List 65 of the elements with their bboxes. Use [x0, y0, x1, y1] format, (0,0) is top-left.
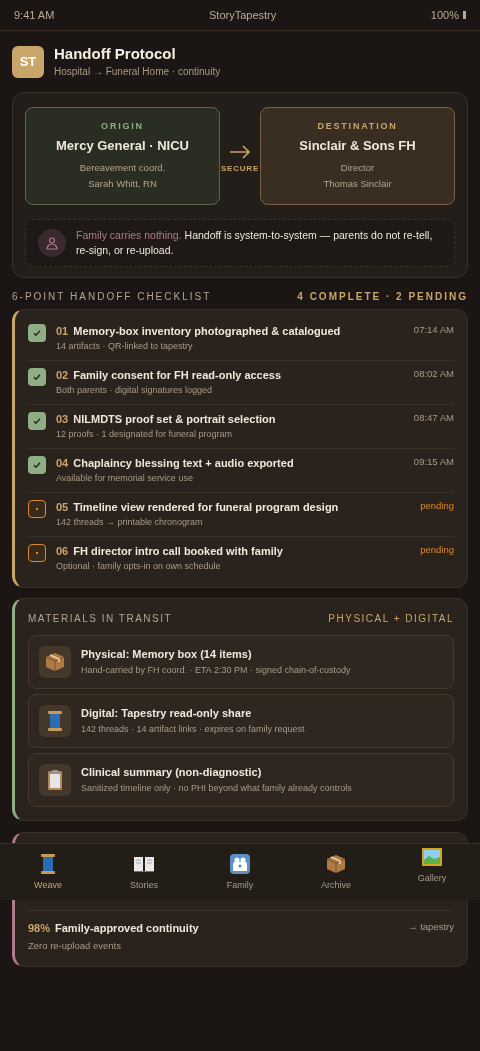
- checkbox[interactable]: [28, 499, 46, 518]
- checkbox[interactable]: [28, 411, 46, 430]
- item-title: 03 NILMDTS proof set & portrait selection: [56, 411, 277, 427]
- tapestry-link[interactable]: → tapestry: [408, 919, 454, 954]
- pending-status: pending: [420, 498, 454, 513]
- item-title: 04 Chaplaincy blessing text + audio exported: [56, 455, 295, 471]
- arrow-icon: [229, 144, 251, 159]
- material-card[interactable]: Digital: Tapestry read-only share 142 threads · 14 artifact links · expires on family request: [28, 693, 454, 748]
- endpoint-role: Bereavement coord.: [79, 161, 166, 175]
- material-detail: Sanitized timeline only · no PHI beyond what family already controls: [81, 782, 352, 795]
- nav-tab[interactable]: Family: [208, 851, 272, 893]
- material-detail: 142 threads · 14 artifact links · expires on family request: [81, 723, 305, 736]
- endpoint-name: Sinclair & Sons FH: [299, 136, 416, 155]
- family-icon: [228, 851, 252, 876]
- stat-title: 98% Family-approved continuity: [28, 920, 199, 936]
- endpoint-label: DESTINATION: [317, 120, 398, 133]
- note-text: Family carries nothing. Handoff is system-to-system — parents do not re-tell, re-sign, or re-upload.: [76, 227, 434, 258]
- checkbox[interactable]: [28, 323, 46, 342]
- app-name: StoryTapestry: [209, 7, 277, 23]
- status-time: 9:41 AM: [14, 7, 55, 23]
- material-card[interactable]: Clinical summary (non-diagnostic) Sanitized timeline only · no PHI beyond what family already controls: [28, 752, 454, 807]
- person-icon: [38, 228, 66, 257]
- item-detail: Optional · family opts-in on own schedule: [56, 560, 222, 573]
- item-detail: Both parents · digital signatures logged: [56, 384, 214, 397]
- material-title: Digital: Tapestry read-only share: [81, 705, 253, 721]
- page-title: Handoff Protocol: [54, 44, 177, 64]
- stat-detail: Zero re-upload events: [28, 939, 122, 953]
- nav-tab[interactable]: Weave: [16, 851, 80, 893]
- section-summary: 4 COMPLETE · 2 PENDING: [297, 289, 468, 304]
- app-badge: ST: [12, 45, 44, 78]
- pending-status: pending: [420, 542, 454, 557]
- item-time: 08:02 AM: [413, 366, 454, 381]
- checkbox[interactable]: [28, 367, 46, 386]
- link-label: SECURE: [220, 162, 260, 175]
- item-detail: 14 artifacts · QR-linked to tapestry: [56, 340, 194, 353]
- item-detail: 12 proofs · 1 designated for funeral program: [56, 428, 234, 441]
- item-time: 09:15 AM: [413, 454, 454, 469]
- battery-text: 100%: [430, 7, 459, 23]
- endpoint-role: Director: [340, 161, 375, 175]
- endpoint-person: Thomas Sinclair: [323, 177, 392, 192]
- item-time: 07:14 AM: [413, 322, 454, 337]
- item-title: 06 FH director intro call booked with family: [56, 543, 284, 559]
- item-detail: 142 threads → printable chronogram: [56, 516, 204, 529]
- checkbox[interactable]: [28, 455, 46, 474]
- material-title: Clinical summary (non-diagnostic): [81, 764, 263, 780]
- battery-icon: [463, 11, 466, 19]
- material-card[interactable]: Physical: Memory box (14 items) Hand-carried by FH coord. · ETA 2:30 PM · signed chain-of-custody: [28, 634, 454, 689]
- material-detail: Hand-carried by FH coord. · ETA 2:30 PM · signed chain-of-custody: [81, 664, 351, 677]
- page-subtitle: Hospital → Funeral Home · continuity: [54, 65, 221, 79]
- endpoint-person: Sarah Whitt, RN: [88, 177, 157, 192]
- item-title: 02 Family consent for FH read-only access: [56, 367, 283, 383]
- item-detail: Available for memorial service use: [56, 472, 194, 485]
- endpoint-name: Mercy General · NICU: [56, 136, 189, 155]
- material-title: Physical: Memory box (14 items): [81, 646, 253, 662]
- checkbox[interactable]: [28, 543, 46, 562]
- section-title: 6-POINT HANDOFF CHECKLIST: [12, 289, 212, 304]
- item-time: 08:47 AM: [413, 410, 454, 425]
- nav-tab[interactable]: Gallery: [400, 844, 464, 886]
- nav-tab[interactable]: Archive: [304, 851, 368, 893]
- endpoint-label: ORIGIN: [101, 120, 144, 133]
- nav-tab[interactable]: Stories: [112, 851, 176, 893]
- item-title: 05 Timeline view rendered for funeral program design: [56, 499, 340, 515]
- section-title: MATERIALS IN TRANSIT: [28, 611, 173, 626]
- item-title: 01 Memory-box inventory photographed & catalogued: [56, 323, 342, 339]
- section-tag: PHYSICAL + DIGITAL: [328, 610, 454, 626]
